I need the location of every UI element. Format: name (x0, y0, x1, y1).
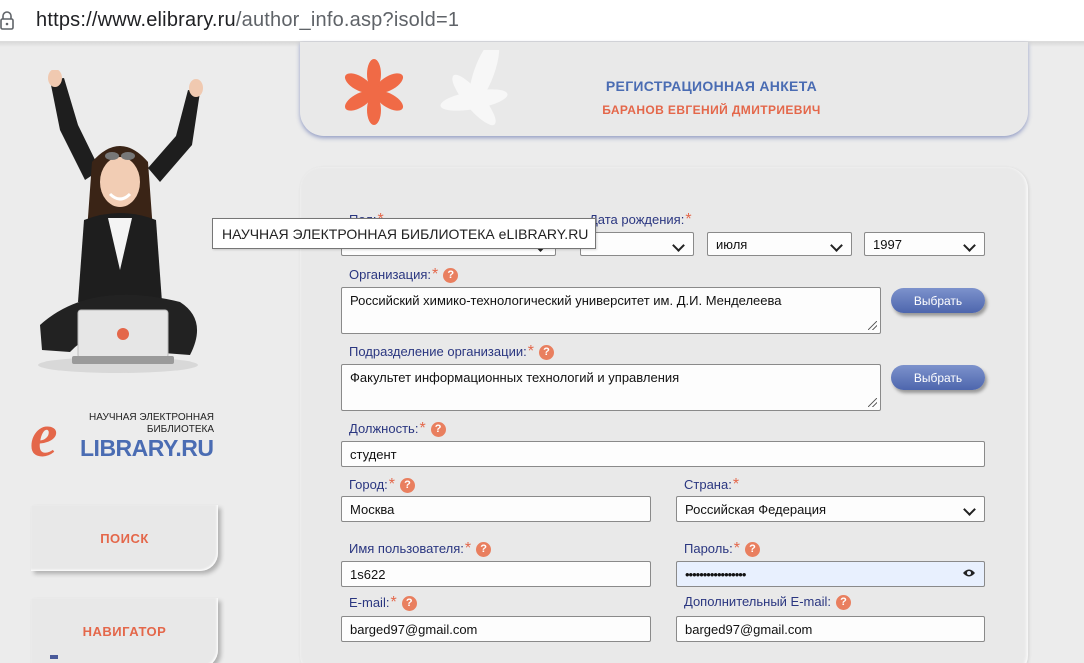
country-value: Российская Федерация (685, 501, 827, 517)
organization-field[interactable]: Российский химико-технологический универ… (341, 287, 881, 334)
birth-year-value: 1997 (873, 236, 902, 252)
choose-department-button[interactable]: Выбрать (891, 365, 985, 390)
position-input[interactable]: студент (341, 441, 985, 467)
username-label-text: Имя пользователя: (349, 541, 464, 556)
username-label: Имя пользователя:*? (349, 540, 492, 558)
organization-label: Организация:*? (349, 266, 459, 284)
required-mark: * (419, 420, 426, 437)
city-label-text: Город: (349, 477, 388, 492)
elibrary-logo-brand: LIBRARY.RU (80, 435, 214, 461)
help-icon[interactable]: ? (401, 596, 417, 611)
required-mark: * (390, 594, 397, 611)
help-icon[interactable]: ? (836, 595, 851, 610)
birth-year-select[interactable]: 1997 (864, 232, 985, 256)
help-icon[interactable]: ? (430, 422, 446, 437)
birthdate-label: Дата рождения:* (589, 211, 692, 229)
city-label: Город:*? (349, 476, 416, 494)
help-icon[interactable]: ? (443, 268, 459, 283)
page-title: РЕГИСТРАЦИОННАЯ АНКЕТА (605, 78, 818, 94)
organization-label-text: Организация: (349, 267, 432, 282)
resize-grip-icon[interactable] (868, 321, 877, 330)
email-label-text: E-mail: (349, 595, 390, 610)
lock-icon[interactable] (0, 10, 14, 32)
help-icon[interactable]: ? (400, 478, 416, 493)
password-value: ••••••••••••••••• (685, 566, 746, 582)
email2-label-text: Дополнительный E-mail: (684, 594, 831, 609)
birth-month-value: июля (716, 236, 748, 252)
birth-day-select[interactable]: 2 (580, 232, 694, 256)
required-mark: * (432, 266, 439, 283)
country-select[interactable]: Российская Федерация (676, 496, 985, 522)
author-name: БАРАНОВ ЕВГЕНИЙ ДМИТРИЕВИЧ (602, 103, 821, 117)
search-button[interactable]: ПОИСК (31, 505, 218, 571)
password-label-text: Пароль: (684, 541, 733, 556)
password-input[interactable]: ••••••••••••••••• (676, 561, 985, 587)
url-path: /author_info.asp?isold=1 (235, 9, 460, 31)
required-mark: * (388, 476, 396, 493)
url-text[interactable]: https://www.elibrary.ru/author_info.asp?… (36, 9, 459, 32)
required-mark: * (732, 476, 740, 493)
show-password-icon[interactable] (962, 568, 976, 578)
email2-input[interactable]: barged97@gmail.com (676, 616, 985, 642)
navigator-bullet (50, 655, 58, 659)
position-label-text: Должность: (349, 421, 419, 436)
required-mark: * (685, 211, 692, 228)
department-label: Подразделение организации:*? (349, 343, 554, 361)
username-input[interactable]: 1s622 (341, 561, 651, 587)
mascot-illustration (38, 70, 203, 373)
url-host: https://www.elibrary.ru (36, 9, 236, 31)
logo-tooltip: НАУЧНАЯ ЭЛЕКТРОННАЯ БИБЛИОТЕКА eLIBRARY.… (212, 218, 596, 249)
logo-caption-line1: НАУЧНАЯ ЭЛЕКТРОННАЯ (89, 412, 214, 423)
email2-label: Дополнительный E-mail:? (684, 594, 851, 610)
logo-caption: НАУЧНАЯ ЭЛЕКТРОННАЯ БИБЛИОТЕКА (80, 412, 214, 436)
department-value: Факультет информационных технологий и уп… (350, 370, 680, 385)
birth-month-select[interactable]: июля (707, 232, 852, 256)
password-label: Пароль:*? (684, 540, 760, 558)
navigator-button[interactable]: НАВИГАТОР (31, 598, 218, 663)
required-mark: * (733, 540, 740, 557)
choose-organization-button[interactable]: Выбрать (891, 288, 985, 313)
email-label: E-mail:*? (349, 594, 417, 612)
department-label-text: Подразделение организации: (349, 344, 527, 359)
help-icon[interactable]: ? (744, 542, 760, 557)
country-label-text: Страна: (684, 477, 732, 492)
country-label: Страна:* (684, 476, 739, 494)
position-label: Должность:*? (349, 420, 446, 438)
registration-header: РЕГИСТРАЦИОННАЯ АНКЕТА БАРАНОВ ЕВГЕНИЙ Д… (300, 42, 1028, 136)
required-mark: * (464, 540, 472, 557)
resize-grip-icon[interactable] (868, 398, 877, 407)
email-input[interactable]: barged97@gmail.com (341, 616, 651, 642)
birthdate-label-text: Дата рождения: (589, 212, 685, 227)
required-mark: * (527, 343, 534, 360)
department-field[interactable]: Факультет информационных технологий и уп… (341, 364, 881, 411)
help-icon[interactable]: ? (476, 542, 492, 557)
help-icon[interactable]: ? (538, 345, 554, 360)
city-input[interactable]: Москва (341, 496, 651, 522)
organization-value: Российский химико-технологический универ… (350, 293, 782, 308)
browser-address-bar[interactable]: https://www.elibrary.ru/author_info.asp?… (0, 0, 1084, 42)
elibrary-logo-letter: e (30, 402, 58, 470)
